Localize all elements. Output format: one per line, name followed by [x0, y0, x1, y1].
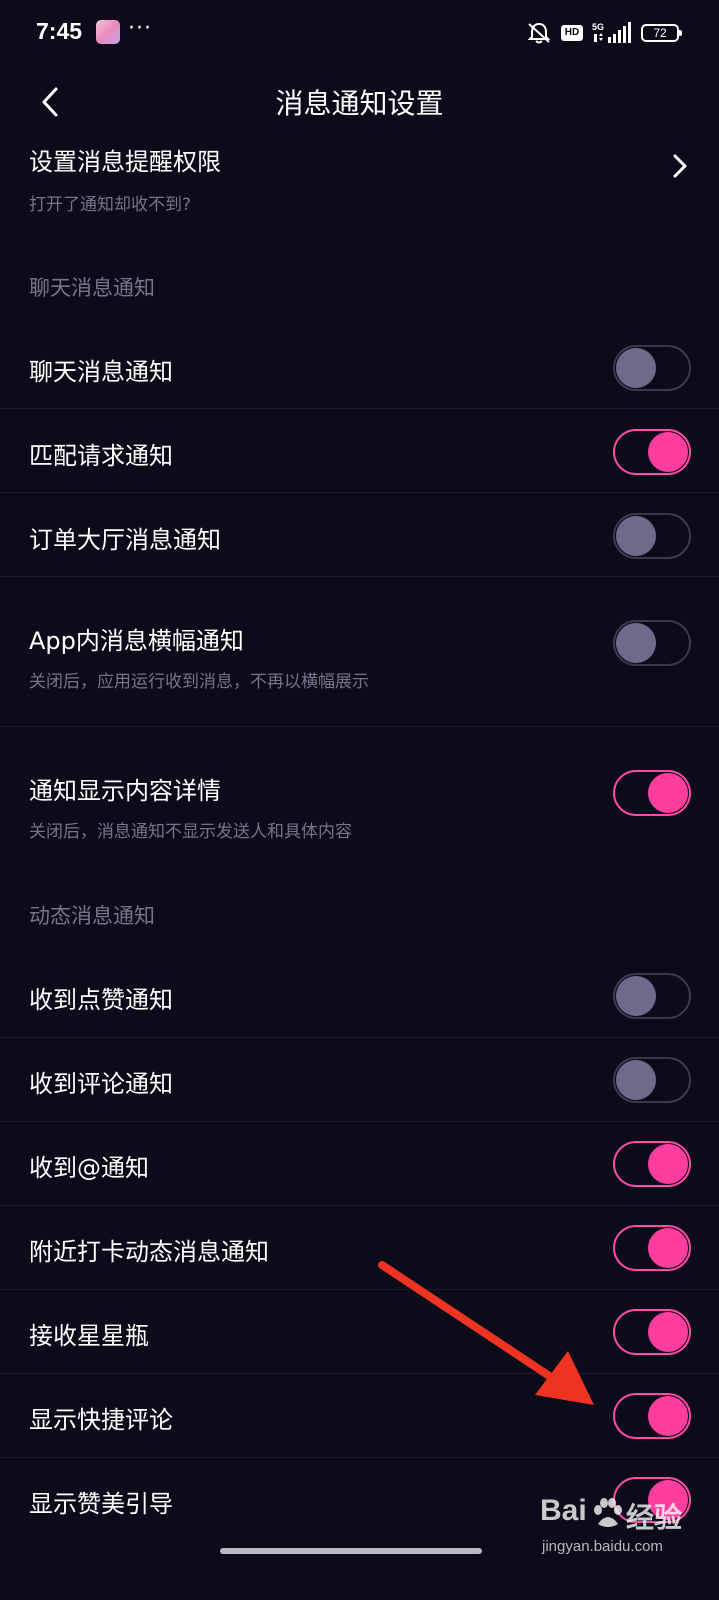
setting-row-comments: 收到评论通知: [0, 1038, 719, 1122]
toggle-knob: [648, 1144, 688, 1184]
network-type: 5G: [592, 22, 604, 32]
setting-label: 收到点赞通知: [29, 986, 173, 1014]
setting-description: 关闭后，应用运行收到消息，不再以横幅展示: [29, 672, 369, 692]
setting-label: 显示赞美引导: [29, 1490, 173, 1518]
toggle-switch[interactable]: [613, 345, 691, 391]
paw-icon: [594, 1498, 622, 1527]
setting-row-mentions: 收到@通知: [0, 1122, 719, 1206]
toggle-knob: [648, 1396, 688, 1436]
setting-label: 收到评论通知: [29, 1070, 173, 1098]
toggle-switch[interactable]: [613, 1393, 691, 1439]
setting-row-nearby-checkin: 附近打卡动态消息通知: [0, 1206, 719, 1290]
toggle-switch[interactable]: [613, 770, 691, 816]
status-time: 7:45: [36, 18, 83, 44]
setting-label: 附近打卡动态消息通知: [29, 1238, 269, 1266]
toggle-knob: [616, 348, 656, 388]
battery-icon: 72: [641, 24, 682, 42]
setting-row-content-detail: 通知显示内容详情 关闭后，消息通知不显示发送人和具体内容: [0, 727, 719, 867]
permission-title: 设置消息提醒权限: [29, 148, 221, 176]
toggle-knob: [616, 623, 656, 663]
setting-row-chat-notify: 聊天消息通知: [0, 326, 719, 409]
setting-label: 匹配请求通知: [29, 442, 173, 470]
toggle-switch[interactable]: [613, 973, 691, 1019]
toggle-switch[interactable]: [613, 1141, 691, 1187]
setting-label: 接收星星瓶: [29, 1322, 149, 1350]
toggle-knob: [616, 976, 656, 1016]
annotation-arrow-icon: [378, 1261, 594, 1405]
toggle-switch[interactable]: [613, 1057, 691, 1103]
baidu-watermark: Bai 经验 jingyan.baidu.com: [540, 1494, 700, 1564]
toggle-switch[interactable]: [613, 1225, 691, 1271]
signal-icon: 5G: [592, 22, 631, 43]
setting-label: 订单大厅消息通知: [29, 526, 221, 554]
toggle-knob: [648, 1228, 688, 1268]
page-title: 消息通知设置: [275, 87, 444, 120]
notification-permission-row[interactable]: 设置消息提醒权限 打开了通知却收不到?: [0, 138, 719, 220]
permission-subtitle: 打开了通知却收不到?: [29, 195, 192, 215]
hd-badge: HD: [561, 25, 583, 41]
toggle-switch[interactable]: [613, 620, 691, 666]
more-notifications-icon: ···: [128, 16, 152, 41]
app-notification-icon: [96, 20, 120, 44]
toggle-switch[interactable]: [613, 429, 691, 475]
toggle-switch[interactable]: [613, 1309, 691, 1355]
toggle-knob: [648, 1312, 688, 1352]
section-header-dynamic: 动态消息通知: [29, 904, 155, 928]
setting-row-in-app-banner: App内消息横幅通知 关闭后，应用运行收到消息，不再以横幅展示: [0, 577, 719, 727]
toggle-switch[interactable]: [613, 513, 691, 559]
setting-label: App内消息横幅通知: [29, 627, 244, 655]
toggle-knob: [616, 516, 656, 556]
section-header-chat: 聊天消息通知: [29, 276, 155, 300]
chevron-right-icon: [673, 154, 687, 178]
home-indicator[interactable]: [220, 1548, 482, 1554]
silent-bell-icon: [527, 22, 551, 44]
status-icons: HD 5G 72: [526, 20, 682, 46]
setting-row-star-bottle: 接收星星瓶: [0, 1290, 719, 1374]
toggle-knob: [648, 432, 688, 472]
toggle-knob: [616, 1060, 656, 1100]
nav-bar: 消息通知设置: [0, 72, 719, 132]
setting-label: 收到@通知: [29, 1154, 149, 1182]
setting-label: 聊天消息通知: [29, 358, 173, 386]
setting-label: 通知显示内容详情: [29, 777, 221, 805]
setting-row-quick-comment: 显示快捷评论: [0, 1374, 719, 1458]
setting-label: 显示快捷评论: [29, 1406, 173, 1434]
status-bar: 7:45 ··· HD 5G 72: [0, 0, 719, 66]
setting-row-likes: 收到点赞通知: [0, 954, 719, 1038]
setting-row-match-request: 匹配请求通知: [0, 409, 719, 493]
setting-description: 关闭后，消息通知不显示发送人和具体内容: [29, 822, 352, 842]
watermark-url: jingyan.baidu.com: [542, 1538, 663, 1555]
watermark-brand: Bai: [540, 1494, 587, 1527]
setting-row-order-hall: 订单大厅消息通知: [0, 493, 719, 577]
toggle-knob: [648, 773, 688, 813]
watermark-cn: 经验: [626, 1501, 683, 1534]
